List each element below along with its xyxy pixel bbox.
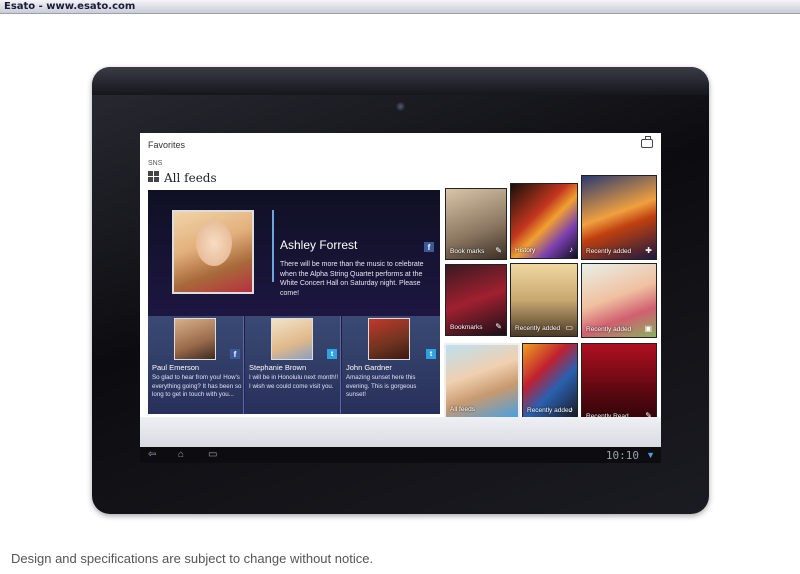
media-tile[interactable]: Book marks ✎ [445, 188, 507, 260]
twitter-icon: t [426, 349, 436, 359]
tile-label: Bookmarks [450, 324, 483, 331]
tile-label: Book marks [450, 248, 485, 255]
card-avatar [271, 318, 313, 360]
tile-label: Recently added [586, 248, 632, 255]
card-name: Stephanie Brown [249, 363, 307, 372]
briefcase-icon[interactable] [641, 136, 653, 148]
wifi-icon: ▼ [646, 450, 655, 460]
card-name: Paul Emerson [152, 363, 200, 372]
featured-post[interactable]: f Ashley Forrest There will be more than… [148, 190, 440, 414]
media-tile[interactable]: Recently added ▭ [510, 263, 578, 337]
tile-label: Recently added [586, 326, 632, 333]
media-tile[interactable]: Recently added ✚ [581, 175, 657, 260]
featured-divider [272, 210, 274, 282]
facebook-icon: f [230, 349, 240, 359]
bookmark-icon: ✎ [495, 322, 502, 331]
media-tile[interactable]: Recently added ♪ [522, 343, 578, 419]
site-header-bar: Esato - www.esato.com [0, 0, 800, 14]
gamepad-icon: ✚ [645, 246, 652, 255]
facebook-icon: f [424, 242, 434, 252]
featured-avatar [172, 210, 254, 294]
twitter-icon: t [327, 349, 337, 359]
camera-icon [396, 102, 405, 111]
site-label: Esato - www.esato.com [4, 1, 136, 12]
featured-message: There will be more than the music to cel… [280, 261, 424, 297]
film-icon: ▭ [565, 323, 573, 332]
bookmark-icon: ✎ [495, 246, 502, 255]
media-tile[interactable]: Recently added ▣ [581, 263, 657, 338]
card-message: So glad to hear from you! How's everythi… [152, 374, 242, 398]
card-message: Amazing sunset here this evening. This i… [346, 374, 417, 398]
tile-label: Recently added [515, 325, 561, 332]
tablet-rim [92, 67, 709, 95]
card-name: John Gardner [346, 363, 392, 372]
card-message: I will be in Honolulu next month!! I wis… [249, 374, 339, 390]
media-tile[interactable]: Recently Read ✎ [581, 343, 657, 425]
photo-icon: ▣ [644, 324, 652, 333]
screen-title: Favorites [148, 140, 186, 150]
recent-apps-icon[interactable]: ▭ [208, 450, 217, 460]
grid-icon [148, 171, 159, 182]
home-icon[interactable]: ⌂ [178, 450, 184, 460]
feed-card[interactable]: t Stephanie Brown I will be in Honolulu … [245, 316, 341, 414]
system-navbar: ⇦ ⌂ ▭ 10:10 ▼ [140, 447, 661, 463]
tile-label: All feeds [450, 406, 475, 413]
card-avatar [368, 318, 410, 360]
media-tile[interactable]: History ♪ [510, 183, 578, 259]
section-label: SNS [148, 160, 163, 167]
media-tile[interactable]: Bookmarks ✎ [445, 264, 507, 336]
feeds-heading: All feeds [164, 171, 217, 185]
feed-card[interactable]: f Paul Emerson So glad to hear from you!… [148, 316, 244, 414]
status-clock: 10:10 [605, 449, 639, 462]
featured-name: Ashley Forrest [280, 238, 358, 252]
tile-label: History [515, 247, 536, 254]
card-avatar [174, 318, 216, 360]
media-tile[interactable]: All feeds [444, 343, 520, 419]
feed-card[interactable]: t John Gardner Amazing sunset here this … [342, 316, 440, 414]
tile-label: Recently added [527, 407, 573, 414]
back-icon[interactable]: ⇦ [148, 450, 156, 460]
music-icon: ♪ [569, 245, 573, 254]
music-icon: ♪ [569, 405, 573, 414]
tablet-screen: Favorites SNS All feeds f Ashley Forrest… [140, 133, 661, 463]
screen-floor [140, 417, 661, 447]
footer-disclaimer: Design and specifications are subject to… [11, 551, 374, 566]
